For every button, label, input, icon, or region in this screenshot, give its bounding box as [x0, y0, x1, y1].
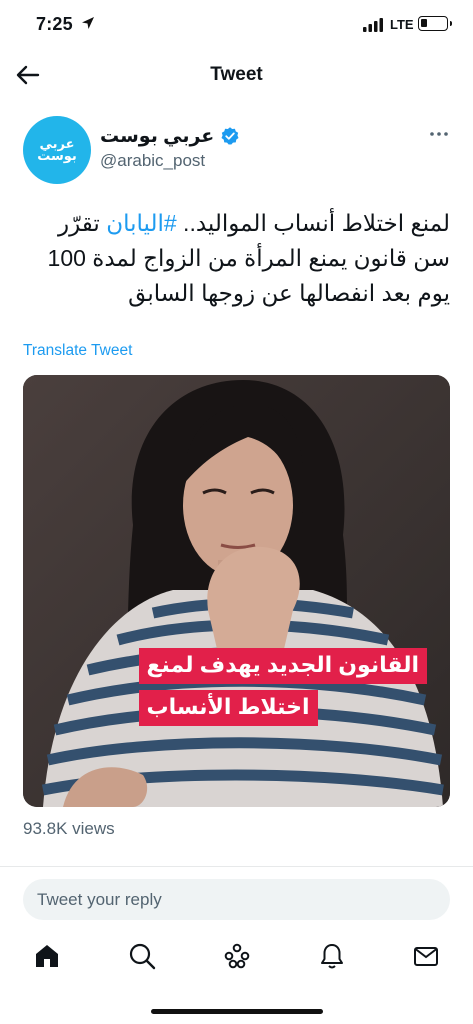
network-type: LTE	[390, 17, 414, 32]
avatar[interactable]: عربي بوست	[23, 116, 91, 184]
divider	[0, 866, 473, 867]
reply-input[interactable]	[37, 879, 437, 920]
caption-line: اختلاط الأنساب	[138, 690, 318, 726]
notifications-icon[interactable]	[317, 941, 347, 971]
media-photo	[23, 375, 450, 807]
display-name[interactable]: عربي بوست	[100, 125, 214, 148]
reply-box[interactable]	[23, 879, 450, 920]
battery-icon	[418, 16, 452, 31]
caption-line: القانون الجديد يهدف لمنع	[138, 648, 427, 684]
tab-bar	[0, 935, 473, 980]
more-options-icon[interactable]	[428, 124, 450, 144]
tweet-text: لمنع اختلاط أنساب المواليد.. #اليابان تق…	[22, 206, 450, 311]
media-caption: القانون الجديد يهدف لمنع اختلاط الأنساب	[138, 648, 427, 726]
signal-icon	[363, 18, 383, 32]
verified-badge-icon	[221, 127, 239, 145]
tweet-media[interactable]: القانون الجديد يهدف لمنع اختلاط الأنساب	[23, 375, 450, 807]
home-icon[interactable]	[32, 941, 62, 971]
tweet-text-part: لمنع اختلاط أنساب المواليد..	[176, 210, 450, 236]
author-name-row[interactable]: عربي بوست	[100, 123, 240, 149]
status-time: 7:25	[36, 14, 73, 34]
home-indicator	[151, 1009, 323, 1014]
header: Tweet	[0, 52, 473, 98]
location-arrow-icon	[82, 17, 94, 29]
spaces-icon[interactable]	[222, 941, 252, 971]
messages-icon[interactable]	[411, 941, 441, 971]
hashtag-link[interactable]: #اليابان	[106, 210, 176, 236]
view-count[interactable]: 93.8K views	[23, 819, 115, 839]
user-handle[interactable]: @arabic_post	[100, 151, 205, 171]
page-title: Tweet	[210, 64, 263, 85]
status-bar: 7:25 LTE	[0, 0, 473, 52]
translate-tweet-link[interactable]: Translate Tweet	[23, 342, 132, 360]
avatar-logo: عربي بوست	[37, 136, 77, 163]
search-icon[interactable]	[127, 941, 157, 971]
